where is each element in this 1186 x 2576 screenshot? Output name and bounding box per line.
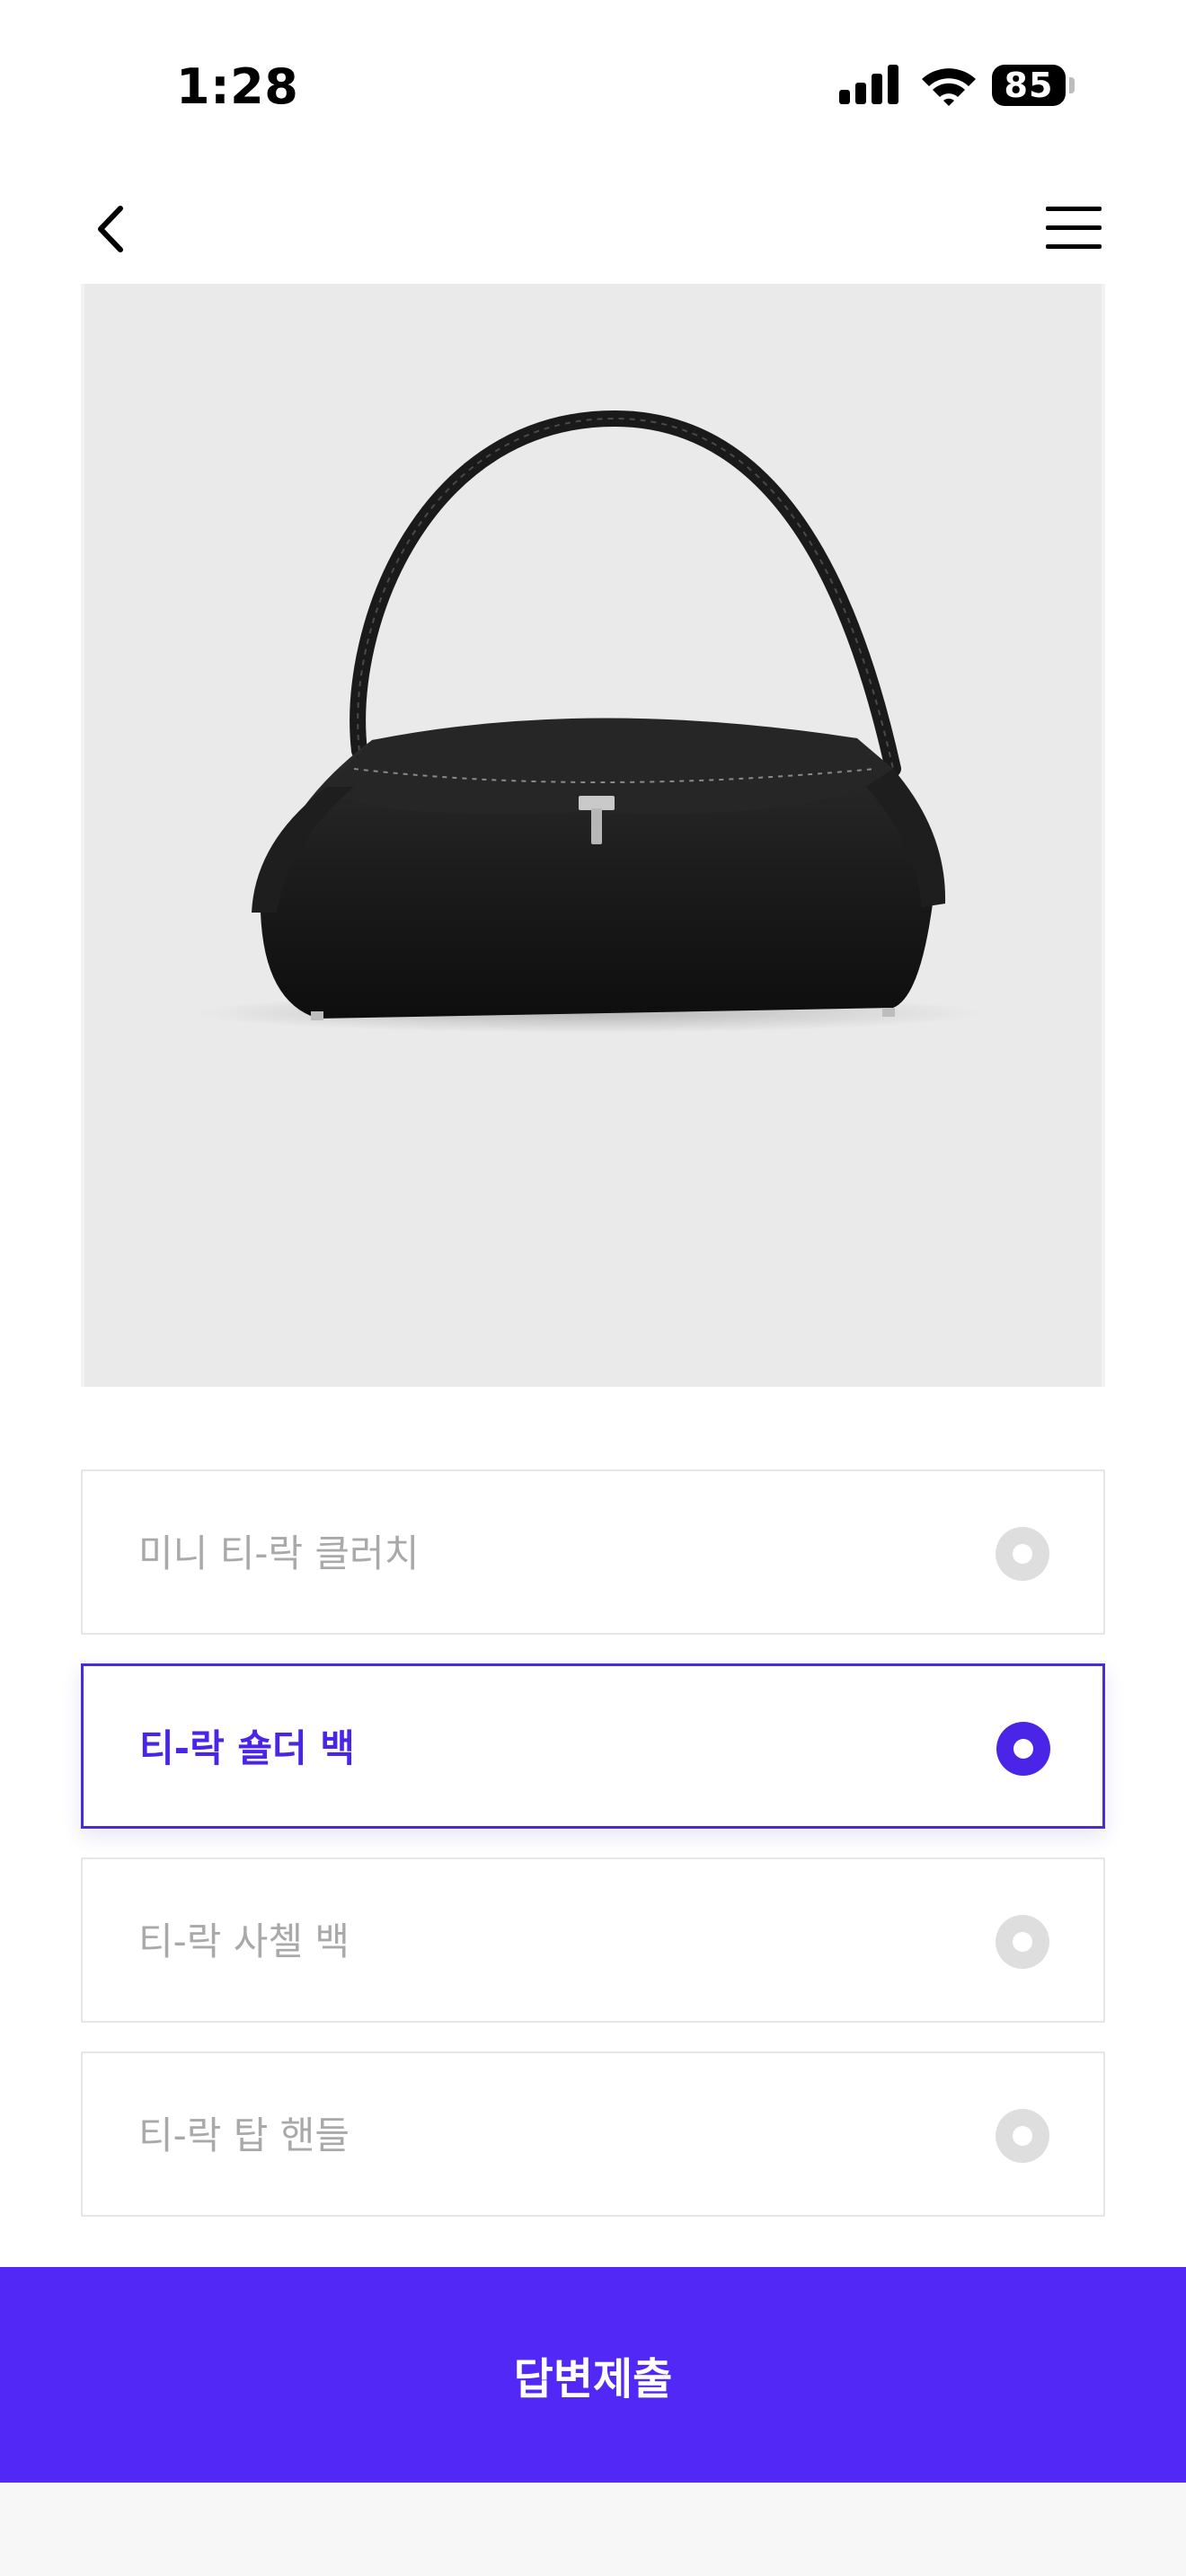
option-label: 티-락 탑 핸들 bbox=[138, 2113, 350, 2157]
radio-button[interactable] bbox=[996, 1722, 1050, 1776]
submit-answer-button[interactable]: 답변제출 bbox=[0, 2267, 1186, 2483]
menu-button[interactable] bbox=[1037, 203, 1111, 253]
status-icons: 85 bbox=[837, 65, 1080, 110]
battery-cap bbox=[1069, 77, 1075, 93]
option-label: 미니 티-락 클러치 bbox=[138, 1531, 420, 1575]
nav-bar bbox=[0, 171, 1186, 284]
radio-button[interactable] bbox=[996, 1915, 1049, 1969]
chevron-left-icon bbox=[98, 206, 123, 252]
status-time: 1:28 bbox=[176, 58, 299, 115]
signal-icon bbox=[839, 65, 898, 104]
option-item-selected[interactable]: 티-락 숄더 백 bbox=[81, 1663, 1105, 1829]
shoulder-bag-illustration bbox=[192, 410, 983, 1033]
option-label: 티-락 숄더 백 bbox=[139, 1726, 355, 1770]
radio-button[interactable] bbox=[996, 2109, 1049, 2163]
battery-icon: 85 bbox=[992, 65, 1066, 106]
wifi-icon bbox=[922, 68, 976, 106]
back-button[interactable] bbox=[83, 199, 142, 259]
status-bar: 1:28 85 bbox=[0, 0, 1186, 171]
option-item[interactable]: 미니 티-락 클러치 bbox=[81, 1469, 1105, 1635]
option-item[interactable]: 티-락 탑 핸들 bbox=[81, 2051, 1105, 2217]
bottom-safe-area bbox=[0, 2483, 1186, 2576]
option-label: 티-락 사첼 백 bbox=[138, 1919, 350, 1963]
radio-button[interactable] bbox=[996, 1527, 1049, 1581]
option-item[interactable]: 티-락 사첼 백 bbox=[81, 1857, 1105, 2023]
hamburger-menu-icon bbox=[1046, 207, 1102, 249]
product-image bbox=[81, 284, 1105, 1387]
